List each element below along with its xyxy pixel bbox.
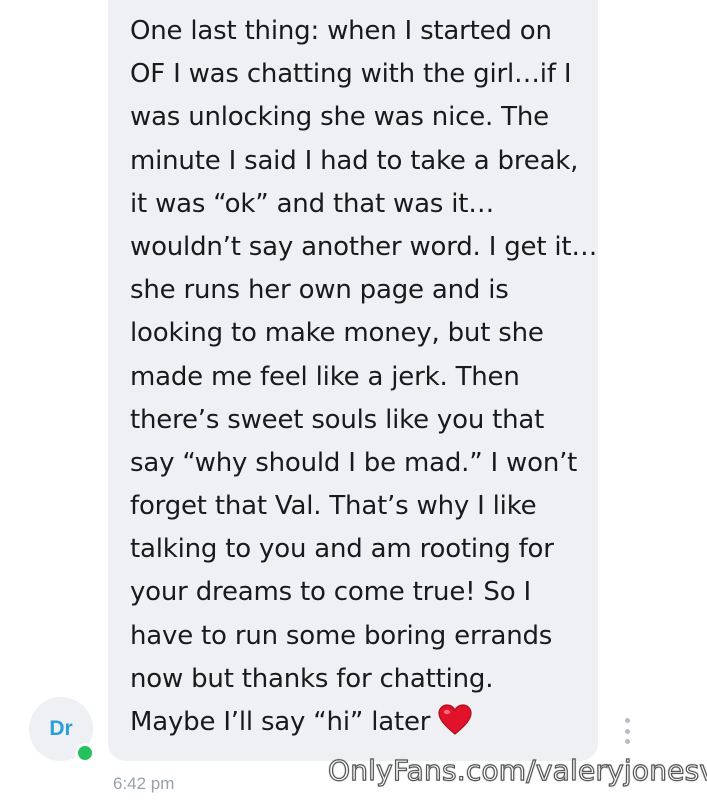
message-line: say “why should I be mad.” I won’t [130,447,578,478]
message-line: she runs her own page and is [130,275,509,306]
online-status-icon [75,743,95,763]
message-line: your dreams to come true! So I [130,577,531,608]
message-line: there’s sweet souls like you that [130,404,545,435]
message-line-last-text: Maybe I’ll say “hi” later [130,707,431,737]
more-dot [624,739,630,744]
message-line: made me feel like a jerk. Then [130,361,520,392]
message-timestamp: 6:42 pm [113,774,175,793]
message-line: One last thing: when I started on [130,16,552,46]
message-line: wouldn’t say another word. I get it… [130,231,598,262]
avatar-initials: Dr [49,717,73,740]
message-line: now but thanks for chatting. [130,663,494,694]
message-line: have to run some boring errands [130,620,553,651]
more-dot [624,718,630,723]
message-line: looking to make money, but she [130,318,544,349]
message-line: talking to you and am rooting for [130,534,554,565]
red-heart-icon [438,704,472,735]
more-options-icon[interactable] [618,718,636,744]
more-dot [624,728,630,734]
message-line: it was “ok” and that was it… [130,188,495,219]
watermark: OnlyFans.com/valeryjonesvip [327,753,707,787]
message-line-last: Maybe I’ll say “hi” later [130,701,600,744]
message-line: OF I was chatting with the girl…if I [130,59,572,90]
message-line: forget that Val. That’s why I like [130,491,537,522]
message-line: was unlocking she was nice. The [130,102,549,133]
message-text: One last thing: when I started on OF I w… [130,10,600,744]
message-line: minute I said I had to take a break, [130,145,579,176]
